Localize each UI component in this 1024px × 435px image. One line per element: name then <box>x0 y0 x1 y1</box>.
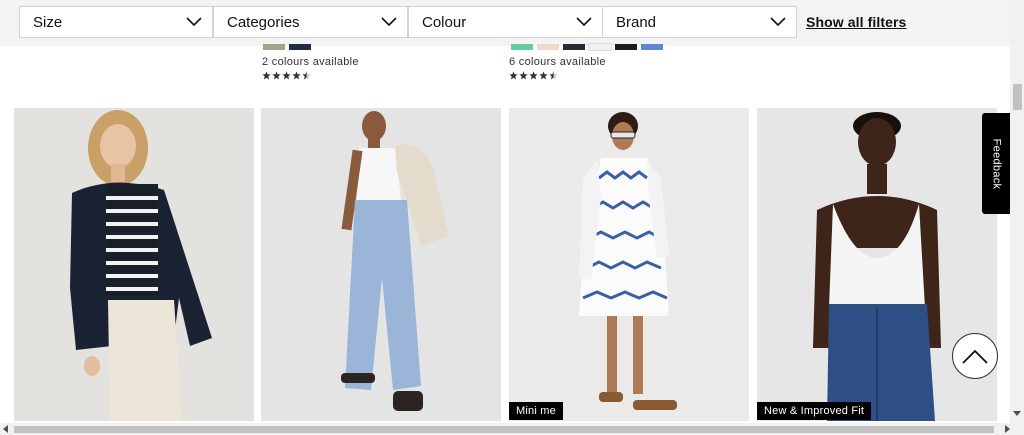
product-badge: New & Improved Fit <box>757 402 872 420</box>
star-icon <box>549 71 558 80</box>
star-icon <box>302 71 311 80</box>
colours-available: 6 colours available <box>509 56 606 68</box>
rating-stars <box>509 71 558 80</box>
product-card[interactable]: Mini me <box>509 108 749 421</box>
scroll-right-arrow-icon[interactable] <box>1005 425 1010 433</box>
star-icon <box>262 71 271 80</box>
star-icon <box>529 71 538 80</box>
chevron-down-icon <box>381 17 397 27</box>
horizontal-scrollbar[interactable] <box>0 423 1024 435</box>
chevron-down-icon <box>576 17 592 27</box>
product-image[interactable] <box>509 108 749 421</box>
star-icon <box>292 71 301 80</box>
filter-label: Colour <box>422 13 467 31</box>
vertical-scrollbar[interactable] <box>1010 0 1024 423</box>
chevron-up-icon <box>962 349 988 364</box>
colour-swatch[interactable] <box>263 44 285 50</box>
star-icon <box>519 71 528 80</box>
filter-bar: Size Categories Colour Brand Show all fi… <box>0 0 1010 46</box>
feedback-label: Feedback <box>990 138 1003 189</box>
colour-swatch[interactable] <box>588 43 612 51</box>
colour-swatches <box>511 43 663 51</box>
product-image[interactable] <box>14 108 254 421</box>
filter-categories[interactable]: Categories <box>213 6 408 38</box>
filter-label: Brand <box>616 13 657 31</box>
star-icon <box>509 71 518 80</box>
colour-swatch[interactable] <box>563 44 585 50</box>
colour-swatch[interactable] <box>615 44 637 50</box>
star-icon <box>282 71 291 80</box>
chevron-down-icon <box>770 17 786 27</box>
filter-label: Categories <box>227 13 300 31</box>
product-card[interactable] <box>261 108 501 421</box>
product-image[interactable] <box>261 108 501 421</box>
colour-swatch[interactable] <box>537 44 559 50</box>
filter-colour[interactable]: Colour <box>408 6 603 38</box>
chevron-down-icon <box>186 17 202 27</box>
colour-swatch[interactable] <box>511 44 533 50</box>
show-all-filters-link[interactable]: Show all filters <box>806 14 906 30</box>
scroll-down-arrow-icon[interactable] <box>1013 411 1021 416</box>
filter-size[interactable]: Size <box>19 6 213 38</box>
colour-swatch[interactable] <box>641 44 663 50</box>
scroll-to-top-button[interactable] <box>952 333 998 379</box>
star-icon <box>272 71 281 80</box>
feedback-tab[interactable]: Feedback <box>982 113 1011 214</box>
scrollbar-thumb[interactable] <box>1013 84 1022 110</box>
product-card[interactable] <box>14 108 254 421</box>
colour-swatches <box>263 44 311 50</box>
filter-label: Size <box>33 13 63 31</box>
scroll-left-arrow-icon[interactable] <box>3 425 8 433</box>
filter-brand[interactable]: Brand <box>602 6 797 38</box>
star-icon <box>539 71 548 80</box>
colour-swatch[interactable] <box>289 44 311 50</box>
colours-available: 2 colours available <box>262 56 359 68</box>
rating-stars <box>262 71 311 80</box>
scrollbar-thumb[interactable] <box>14 426 994 433</box>
product-badge: Mini me <box>509 402 563 420</box>
